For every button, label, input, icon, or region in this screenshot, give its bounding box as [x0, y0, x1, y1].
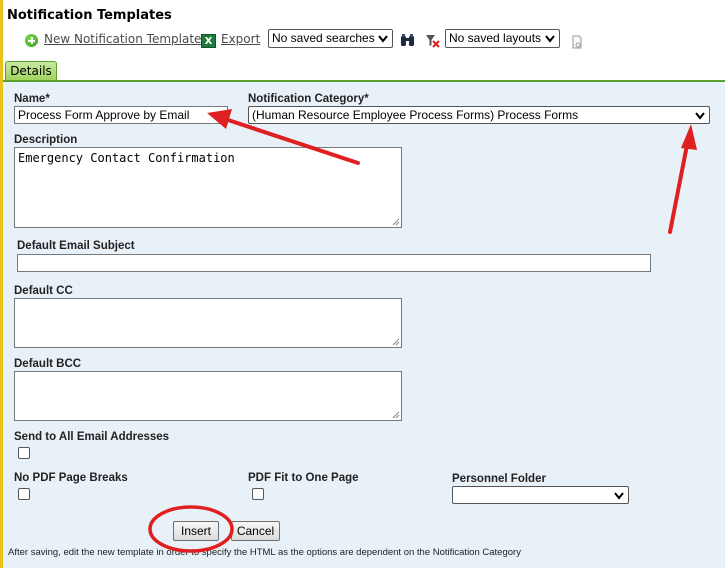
- resize-grip-icon[interactable]: [392, 218, 400, 226]
- name-label: Name*: [14, 93, 50, 105]
- no-pdf-breaks-label: No PDF Page Breaks: [14, 472, 128, 484]
- saved-layouts-value: No saved layouts: [449, 31, 542, 45]
- saved-searches-value: No saved searches: [272, 31, 375, 45]
- page-title: Notification Templates: [7, 8, 172, 23]
- cancel-button[interactable]: Cancel: [231, 521, 280, 541]
- chevron-down-icon: [614, 492, 624, 500]
- chevron-down-icon: [545, 35, 555, 43]
- excel-icon[interactable]: X: [201, 34, 216, 48]
- bcc-textarea[interactable]: [14, 371, 402, 421]
- send-all-checkbox[interactable]: [18, 447, 30, 459]
- personnel-folder-select[interactable]: [452, 486, 629, 504]
- add-icon[interactable]: [25, 34, 38, 47]
- personnel-folder-label: Personnel Folder: [452, 473, 546, 485]
- name-field[interactable]: Process Form Approve by Email: [14, 106, 228, 124]
- export-link[interactable]: Export: [221, 32, 260, 46]
- bcc-label: Default BCC: [14, 358, 82, 370]
- cc-textarea[interactable]: [14, 298, 402, 348]
- email-subject-label: Default Email Subject: [17, 240, 135, 252]
- tab-details[interactable]: Details: [5, 61, 57, 81]
- description-label: Description: [14, 134, 78, 146]
- insert-button[interactable]: Insert: [173, 521, 219, 541]
- resize-grip-icon[interactable]: [392, 411, 400, 419]
- chevron-down-icon: [695, 112, 705, 120]
- document-icon[interactable]: [571, 35, 583, 49]
- category-value: (Human Resource Employee Process Forms) …: [252, 108, 579, 122]
- binoculars-icon[interactable]: [400, 33, 415, 48]
- footer-note: After saving, edit the new template in o…: [8, 547, 521, 558]
- description-textarea[interactable]: Emergency Contact Confirmation: [14, 147, 402, 228]
- pdf-fit-checkbox[interactable]: [252, 488, 264, 500]
- no-pdf-breaks-checkbox[interactable]: [18, 488, 30, 500]
- description-value: Emergency Contact Confirmation: [18, 151, 235, 165]
- chevron-down-icon: [378, 35, 388, 43]
- category-label: Notification Category*: [248, 93, 369, 105]
- saved-searches-select[interactable]: No saved searches: [268, 29, 393, 48]
- resize-grip-icon[interactable]: [392, 338, 400, 346]
- cc-label: Default CC: [14, 285, 73, 297]
- saved-layouts-select[interactable]: No saved layouts: [445, 29, 560, 48]
- email-subject-field[interactable]: [17, 254, 651, 272]
- pdf-fit-label: PDF Fit to One Page: [248, 472, 359, 484]
- new-template-link[interactable]: New Notification Template: [44, 32, 201, 46]
- clear-filter-icon[interactable]: [425, 33, 440, 48]
- category-select[interactable]: (Human Resource Employee Process Forms) …: [248, 106, 710, 124]
- send-all-label: Send to All Email Addresses: [14, 431, 170, 443]
